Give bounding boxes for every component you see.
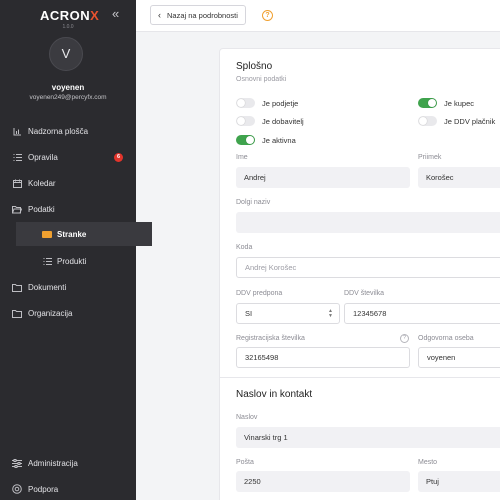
sidebar-item-podatki[interactable]: Podatki: [0, 197, 136, 221]
sidebar-item-label: Podpora: [28, 484, 59, 494]
toggle-switch[interactable]: [236, 135, 255, 145]
sidebar-item-label: Organizacija: [28, 308, 73, 318]
chevron-left-icon: ‹: [158, 9, 161, 20]
calendar-icon: [12, 178, 22, 188]
sidebar-item-label: Koledar: [28, 178, 56, 188]
sidebar: ACRONX 1.0.0 « V voyenen voyenen249@perc…: [0, 0, 152, 500]
toggle-label: Je kupec: [444, 98, 475, 108]
section-divider: [220, 377, 500, 378]
sidebar-item-stranke[interactable]: Stranke: [16, 222, 152, 246]
back-to-details-button[interactable]: ‹ Nazaj na podrobnosti: [150, 5, 246, 25]
responsible-person-select[interactable]: voyenen: [418, 347, 500, 368]
sliders-icon: [12, 458, 22, 468]
city-input[interactable]: Ptuj: [418, 471, 500, 492]
vat-number-input[interactable]: 12345678: [344, 303, 500, 324]
sidebar-item-organizacija[interactable]: Organizacija: [0, 301, 136, 325]
help-icon[interactable]: ?: [262, 10, 273, 21]
toggle-switch[interactable]: [236, 116, 255, 126]
help-icon[interactable]: ?: [400, 334, 409, 343]
toggle-je-dobavitelj[interactable]: Je dobavitelj: [236, 116, 304, 126]
postal-code-input[interactable]: 2250: [236, 471, 410, 492]
support-icon: [12, 484, 22, 494]
field-label-ime: Ime: [236, 154, 248, 161]
long-name-input[interactable]: [236, 212, 500, 233]
sidebar-item-opravila[interactable]: Opravila 6: [0, 145, 136, 169]
sidebar-item-label: Opravila: [28, 152, 58, 162]
field-label-ddv-stevilka: DDV številka: [344, 290, 385, 297]
sidebar-item-label: Stranke: [57, 229, 87, 239]
folder-open-icon: [12, 204, 22, 214]
back-button-label: Nazaj na podrobnosti: [167, 10, 238, 20]
sidebar-item-dokumenti[interactable]: Dokumenti: [0, 275, 136, 299]
toggle-switch[interactable]: [418, 116, 437, 126]
field-label-mesto: Mesto: [418, 459, 438, 466]
sidebar-item-label: Nadzorna plošča: [28, 126, 89, 136]
collapse-sidebar-icon[interactable]: «: [112, 7, 119, 20]
folder-icon: [12, 308, 22, 318]
section-subtitle-general: Osnovni podatki: [236, 76, 287, 83]
user-name: voyenen: [51, 83, 85, 92]
sidebar-item-label: Dokumenti: [28, 282, 67, 292]
toggle-switch[interactable]: [418, 98, 437, 108]
first-name-input[interactable]: Andrej: [236, 167, 410, 188]
sidebar-item-administracija[interactable]: Administracija: [0, 451, 136, 475]
code-input[interactable]: Andrej Korošec: [236, 257, 500, 278]
toggle-je-kupec[interactable]: Je kupec: [418, 98, 474, 108]
toggle-label: Je dobavitelj: [262, 116, 304, 126]
section-title-general: Splošno: [236, 61, 273, 72]
notification-badge: 6: [114, 152, 123, 162]
list-icon: [12, 152, 22, 162]
toggle-label: Je DDV plačnik: [444, 116, 496, 126]
sidebar-item-produkti[interactable]: Produkti: [16, 249, 152, 273]
toggle-je-podjetje[interactable]: Je podjetje: [236, 98, 298, 108]
field-label-priimek: Priimek: [418, 154, 442, 161]
toggle-je-aktivna[interactable]: Je aktivna: [236, 135, 296, 145]
field-label-dolgi-naziv: Dolgi naziv: [236, 199, 271, 206]
avatar[interactable]: V: [49, 37, 83, 71]
list-icon: [42, 256, 52, 266]
field-label-registracijska: Registracijska številka: [236, 335, 305, 342]
sidebar-item-label: Administracija: [28, 458, 78, 468]
bar-chart-icon: [12, 126, 22, 136]
toggle-label: Je podjetje: [262, 98, 299, 108]
address-input[interactable]: Vinarski trg 1: [236, 427, 500, 448]
user-email: voyenen249@percyfx.com: [29, 94, 107, 101]
field-label-ddv-predpona: DDV predpona: [236, 290, 283, 297]
toggle-switch[interactable]: [236, 98, 255, 108]
sidebar-item-podpora[interactable]: Podpora: [0, 477, 136, 500]
folder-icon: [12, 282, 22, 292]
toggle-label: Je aktivna: [262, 135, 296, 145]
sidebar-item-nadzorna-plosca[interactable]: Nadzorna plošča: [0, 119, 136, 143]
sidebar-item-label: Produkti: [57, 256, 87, 266]
field-label-odgovorna-oseba: Odgovorna oseba: [418, 335, 474, 342]
top-bar: ‹ Nazaj na podrobnosti ?: [136, 0, 500, 32]
code-placeholder: Andrej Korošec: [245, 263, 297, 272]
field-label-koda: Koda: [236, 244, 253, 251]
vat-prefix-select[interactable]: SI ▲ ▼: [236, 303, 340, 324]
sidebar-item-koledar[interactable]: Koledar: [0, 171, 136, 195]
registration-number-input[interactable]: 32165498: [236, 347, 410, 368]
toggle-je-ddv-placnik[interactable]: Je DDV plačnik: [418, 116, 495, 126]
app-version: 1.0.0: [62, 24, 74, 30]
section-title-address: Naslov in kontakt: [236, 389, 313, 400]
last-name-input[interactable]: Korošec: [418, 167, 500, 188]
field-label-naslov: Naslov: [236, 414, 258, 421]
select-arrows-icon: ▲ ▼: [328, 308, 333, 319]
vat-prefix-value: SI: [245, 309, 253, 318]
customer-form-card: Splošno Osnovni podatki Je podjetje Je k…: [219, 48, 500, 500]
sidebar-item-label: Podatki: [28, 204, 55, 214]
app-logo[interactable]: ACRONX: [40, 8, 99, 23]
contact-card-icon: [42, 229, 52, 239]
field-label-posta: Pošta: [236, 459, 254, 466]
